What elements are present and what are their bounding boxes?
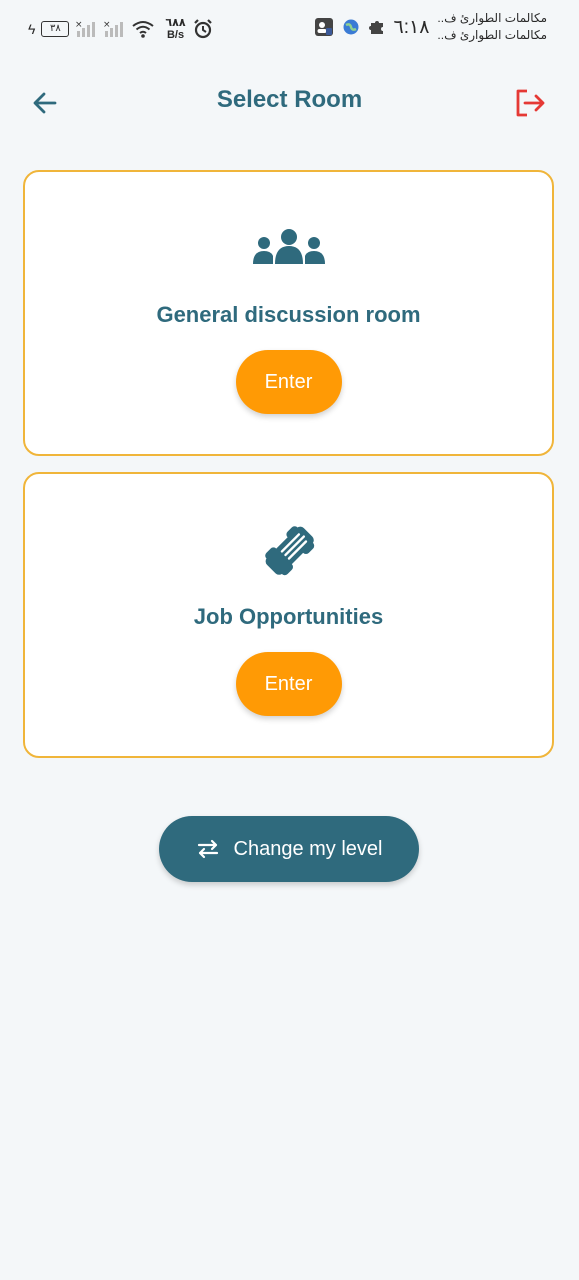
signal-icon-2: ×	[103, 20, 124, 37]
room-card-job-opportunities: Job Opportunities Enter	[23, 472, 554, 758]
enter-button[interactable]: Enter	[235, 350, 342, 414]
contact-card-icon	[314, 18, 333, 36]
svg-text:×: ×	[103, 20, 111, 30]
app-bar: Select Room	[0, 58, 579, 146]
room-name: General discussion room	[156, 302, 421, 327]
battery-level: ٣٨	[41, 21, 70, 37]
notification-texts: مكالمات الطوارئ ف.. مكالمات الطوارئ ف..	[437, 10, 547, 44]
battery-indicator: ٣٨	[41, 21, 70, 37]
network-speed-unit: B/s	[166, 29, 185, 41]
logout-button[interactable]	[511, 84, 549, 122]
change-level-button[interactable]: Change my level	[159, 816, 419, 882]
wifi-icon	[132, 21, 155, 38]
status-bar: ϟ ٣٨ × × ٦٨٨ B/s ٦:١٨ مكالمات الطوارئ ف.…	[0, 0, 579, 58]
swap-icon	[197, 839, 218, 859]
group-icon	[251, 222, 327, 274]
enter-button[interactable]: Enter	[235, 652, 342, 716]
clock: ٦:١٨	[393, 16, 430, 38]
status-bar-left: ϟ ٣٨ × × ٦٨٨ B/s	[28, 14, 214, 44]
puzzle-icon	[368, 21, 383, 34]
status-bar-right: ٦:١٨ مكالمات الطوارئ ف.. مكالمات الطوارئ…	[314, 10, 547, 44]
page-title: Select Room	[216, 86, 363, 113]
alarm-icon	[193, 19, 212, 39]
svg-text:×: ×	[75, 20, 83, 30]
handshake-icon	[251, 524, 327, 576]
notification-line: مكالمات الطوارئ ف..	[437, 28, 547, 42]
globe-icon	[343, 19, 358, 35]
room-card-general-discussion: General discussion room Enter	[23, 170, 554, 456]
charging-icon: ϟ	[28, 21, 36, 37]
notification-line: مكالمات الطوارئ ف..	[437, 11, 547, 25]
signal-icon: ×	[75, 20, 96, 37]
network-speed: ٦٨٨ B/s	[165, 17, 185, 41]
room-name: Job Opportunities	[193, 604, 384, 629]
logout-icon	[516, 89, 545, 117]
change-level-label: Change my level	[233, 837, 383, 860]
network-speed-value: ٦٨٨	[165, 17, 186, 29]
